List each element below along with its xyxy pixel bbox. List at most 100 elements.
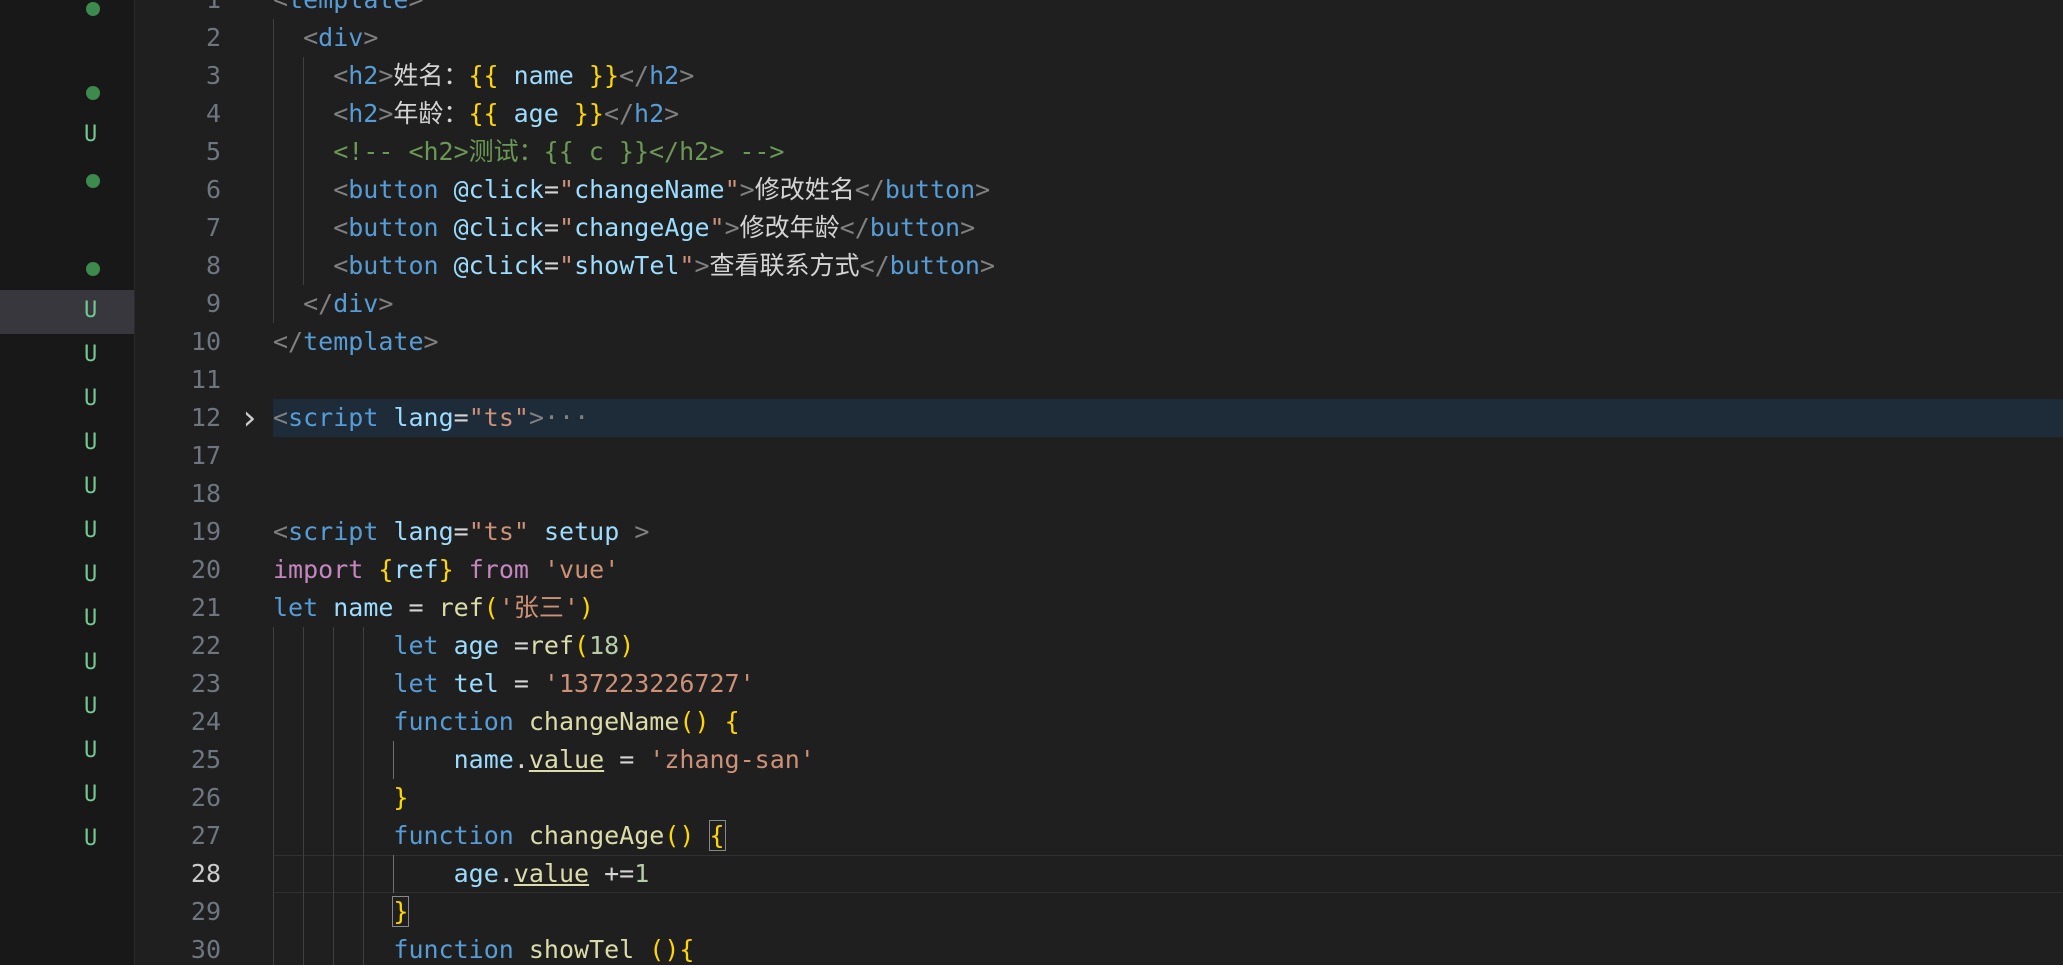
code-line[interactable]: 26} (135, 779, 2063, 817)
indent-guide (363, 703, 365, 741)
modified-file-row[interactable] (0, 70, 134, 114)
code-line[interactable]: 12 › <script lang="ts">··· (135, 399, 2063, 437)
code-token: ref (528, 631, 575, 660)
code-text[interactable]: <button @click="changeAge">修改年龄</button> (333, 209, 975, 247)
code-text[interactable]: } (392, 893, 410, 931)
code-text[interactable]: <script lang="ts">··· (273, 399, 589, 437)
untracked-file-row[interactable]: U (0, 466, 134, 510)
code-line[interactable]: 7 <button @click="changeAge">修改年龄</button… (135, 209, 2063, 247)
code-line[interactable]: 8 <button @click="showTel">查看联系方式</button… (135, 247, 2063, 285)
code-token: changeAge (574, 213, 710, 242)
code-line[interactable]: 11 (135, 361, 2063, 399)
modified-file-row[interactable] (0, 0, 134, 30)
indent-guide (303, 171, 305, 209)
code-token: > (378, 61, 394, 90)
code-token: function (393, 821, 514, 850)
code-text[interactable]: function showTel (){ (393, 931, 694, 965)
code-text[interactable]: } (393, 779, 408, 817)
code-text[interactable]: let tel = '137223226727' (393, 665, 754, 703)
code-text[interactable]: <template> (273, 0, 424, 19)
code-token: age (513, 99, 559, 128)
untracked-badge: U (84, 738, 98, 763)
code-token: ) (619, 631, 635, 660)
code-token: > (528, 403, 544, 432)
code-token: changeAge (528, 821, 665, 850)
code-line[interactable]: 1 <template> (135, 0, 2063, 19)
untracked-file-row[interactable]: U (0, 818, 134, 862)
indent-guide (273, 741, 274, 779)
code-token: let (393, 669, 439, 698)
code-text[interactable]: <button @click="changeName">修改姓名</button… (333, 171, 990, 209)
code-line[interactable]: 6 <button @click="changeName">修改姓名</butto… (135, 171, 2063, 209)
code-text[interactable]: function changeName() { (393, 703, 739, 741)
code-text[interactable]: <!-- <h2>测试：{{ c }}</h2> --> (333, 133, 784, 171)
untracked-file-row[interactable]: U (0, 774, 134, 818)
code-token: 1 (634, 859, 650, 888)
code-editor[interactable]: 1<template>2<div>3<h2>姓名：{{ name }}</h2>… (135, 0, 2063, 965)
modified-file-row[interactable] (0, 246, 134, 290)
untracked-file-row[interactable]: U (0, 422, 134, 466)
code-line[interactable]: 29} (135, 893, 2063, 931)
code-token: value (513, 859, 590, 888)
code-line[interactable]: 5 <!-- <h2>测试：{{ c }}</h2> --> (135, 133, 2063, 171)
code-text[interactable]: <button @click="showTel">查看联系方式</button> (333, 247, 995, 285)
code-line[interactable]: 3 <h2>姓名：{{ name }}</h2> (135, 57, 2063, 95)
untracked-badge: U (84, 782, 98, 807)
untracked-file-row[interactable]: U (0, 290, 134, 334)
code-token: > (979, 251, 996, 280)
code-text[interactable]: let age =ref(18) (393, 627, 634, 665)
code-text[interactable]: <h2>姓名：{{ name }}</h2> (333, 57, 694, 95)
code-line[interactable]: 10 </template> (135, 323, 2063, 361)
code-line[interactable]: 20 import {ref} from 'vue' (135, 551, 2063, 589)
code-line[interactable]: 2 <div> (135, 19, 2063, 57)
fold-chevron-right-icon[interactable]: › (239, 399, 259, 437)
code-line[interactable]: 21 let name = ref('张三') (135, 589, 2063, 627)
code-text[interactable]: age.value +=1 (454, 855, 650, 893)
code-token: ( (483, 593, 499, 622)
untracked-file-row[interactable]: U (0, 686, 134, 730)
modified-file-row[interactable] (0, 158, 134, 202)
code-token: function (393, 935, 514, 964)
code-token: @click (453, 175, 544, 204)
code-token: { (708, 820, 726, 851)
indent-guide (273, 19, 274, 57)
code-text[interactable]: <script lang="ts" setup > (273, 513, 649, 551)
code-text[interactable]: name.value = 'zhang-san' (454, 741, 815, 779)
code-line[interactable]: 9 </div> (135, 285, 2063, 323)
code-text[interactable]: import {ref} from 'vue' (273, 551, 619, 589)
code-line[interactable]: 4 <h2>年龄：{{ age }}</h2> (135, 95, 2063, 133)
untracked-file-row[interactable]: U (0, 554, 134, 598)
code-text[interactable]: </div> (303, 285, 393, 323)
untracked-file-row[interactable]: U (0, 642, 134, 686)
code-line[interactable]: 25 name.value = 'zhang-san' (135, 741, 2063, 779)
untracked-file-row[interactable]: U (0, 598, 134, 642)
code-line[interactable]: 23 let tel = '137223226727' (135, 665, 2063, 703)
code-line[interactable]: 30 function showTel (){ (135, 931, 2063, 965)
untracked-file-row[interactable]: U (0, 510, 134, 554)
code-token: <!-- <h2>测试：{{ c }}</h2> --> (333, 137, 785, 166)
code-text[interactable]: </template> (273, 323, 439, 361)
untracked-file-row[interactable]: U (0, 334, 134, 378)
code-line[interactable]: 28 age.value +=1 (135, 855, 2063, 893)
code-line[interactable]: 19 <script lang="ts" setup > (135, 513, 2063, 551)
code-line[interactable]: 22 let age =ref(18) (135, 627, 2063, 665)
untracked-file-row[interactable]: U (0, 730, 134, 774)
code-token: < (333, 61, 349, 90)
code-text[interactable]: <h2>年龄：{{ age }}</h2> (333, 95, 679, 133)
code-text[interactable]: let name = ref('张三') (273, 589, 594, 627)
code-text[interactable]: function changeAge() { (393, 817, 726, 855)
code-line[interactable]: 27 function changeAge() { (135, 817, 2063, 855)
untracked-file-row[interactable]: U (0, 114, 134, 158)
code-text[interactable]: <div> (303, 19, 378, 57)
code-line[interactable]: 24 function changeName() { (135, 703, 2063, 741)
code-token: </ (839, 213, 870, 242)
code-line[interactable]: 17 (135, 437, 2063, 475)
code-token: > (739, 175, 755, 204)
code-token: name (333, 593, 394, 622)
untracked-file-row[interactable]: U (0, 378, 134, 422)
code-token: setup (544, 517, 620, 546)
code-line[interactable]: 18 (135, 475, 2063, 513)
